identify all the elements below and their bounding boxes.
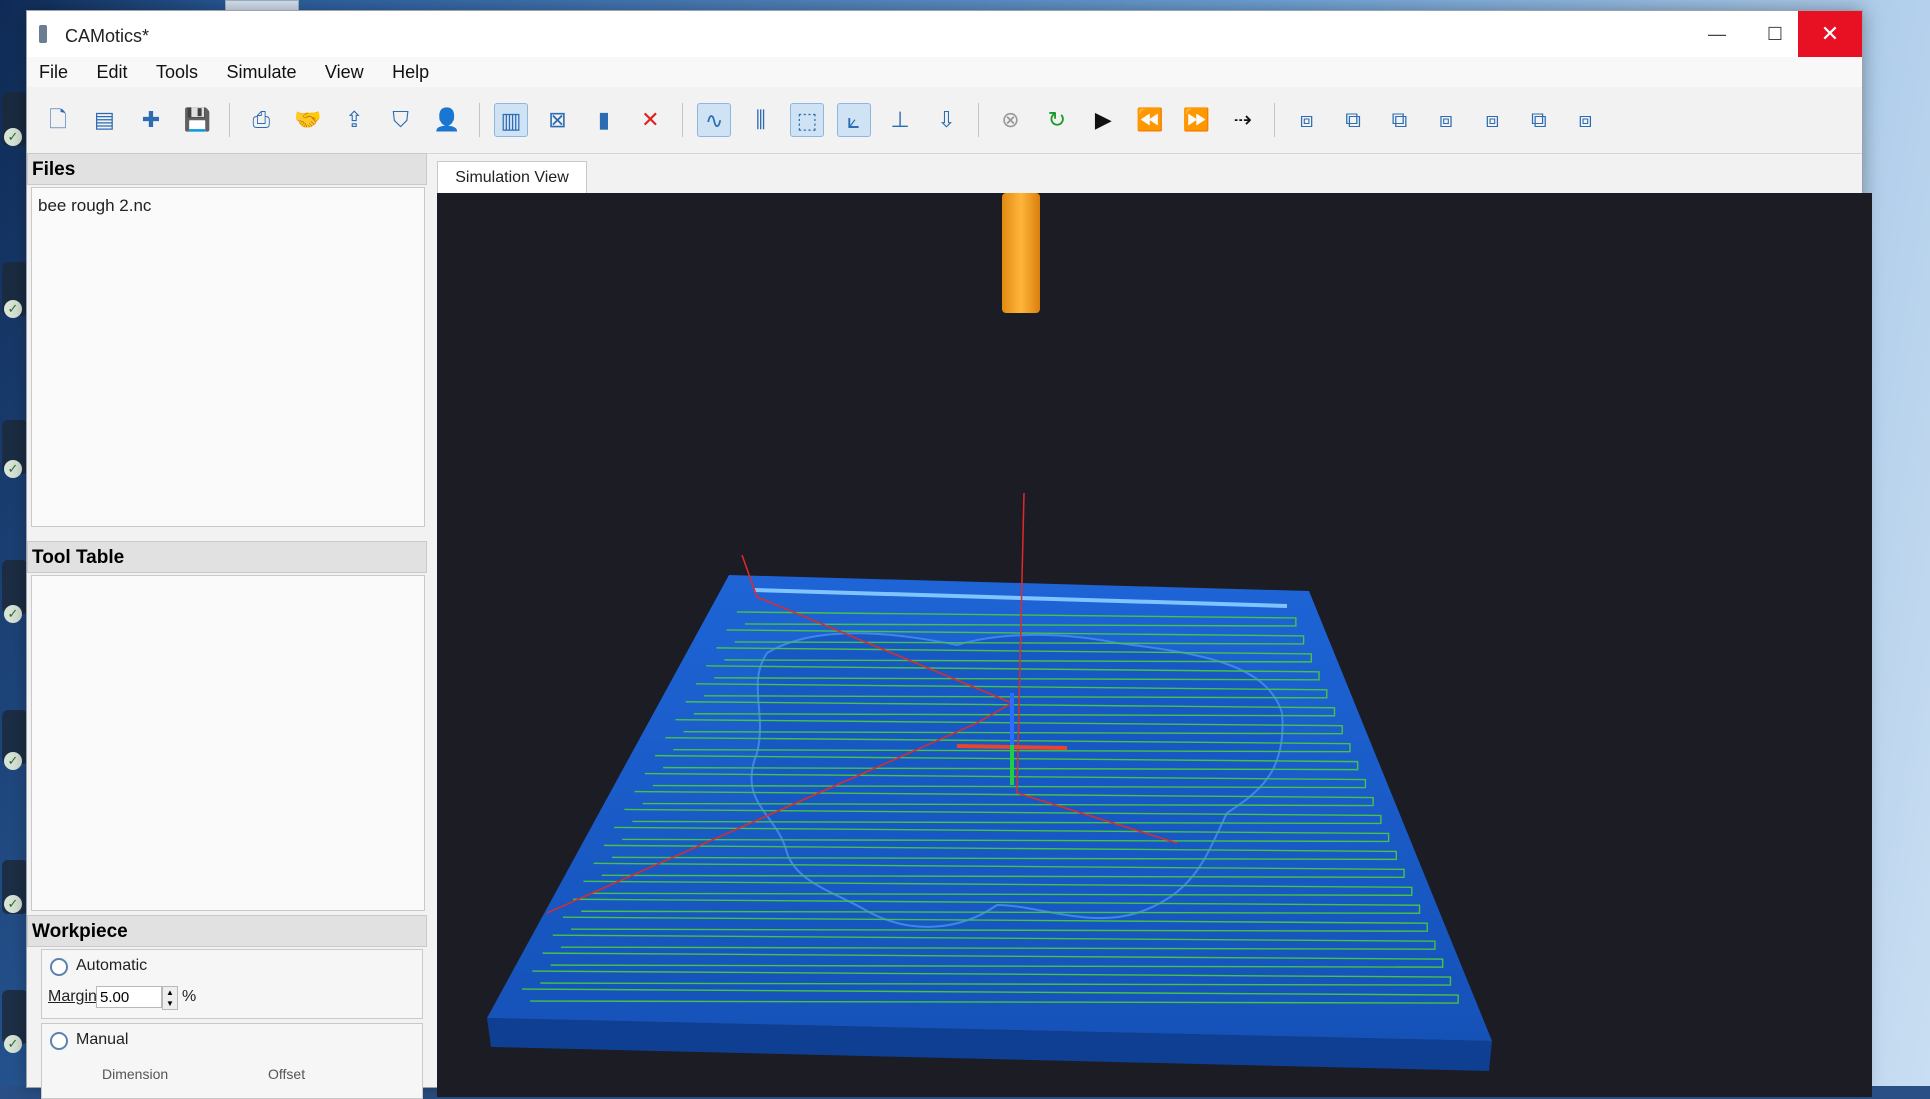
- simulation-viewport[interactable]: [437, 193, 1872, 1097]
- rewind-icon[interactable]: ⏪: [1133, 103, 1167, 137]
- toolbar-separator: [681, 103, 683, 137]
- sync-check-icon: ✓: [4, 605, 22, 623]
- play-icon[interactable]: ▶: [1086, 103, 1120, 137]
- sync-check-icon: ✓: [4, 300, 22, 318]
- title-bar[interactable]: CAMotics* — ☐ ✕: [27, 11, 1862, 57]
- close-button[interactable]: ✕: [1798, 11, 1862, 57]
- rerun-icon[interactable]: ↻: [1040, 103, 1074, 137]
- surface-icon[interactable]: ⊥: [883, 103, 917, 137]
- fast-forward-icon[interactable]: ⏩: [1179, 103, 1213, 137]
- tool-table-title: Tool Table: [27, 541, 427, 573]
- view-iso-icon[interactable]: ⧈: [1290, 103, 1324, 137]
- menu-view[interactable]: View: [313, 57, 376, 87]
- files-list: bee rough 2.nc: [31, 187, 425, 527]
- automatic-radio[interactable]: [50, 958, 68, 976]
- tool-table[interactable]: [31, 575, 425, 911]
- tool-path-icon[interactable]: ▥: [493, 103, 528, 137]
- upload-icon[interactable]: ⇪: [337, 103, 371, 137]
- manual-radio[interactable]: [50, 1032, 68, 1050]
- workpiece-automatic-group: Automatic Margin 5.00 ▲ ▼ %: [41, 949, 423, 1019]
- view-front-icon[interactable]: ⧉: [1336, 103, 1370, 137]
- files-panel-title: Files: [27, 153, 427, 185]
- sync-check-icon: ✓: [4, 895, 22, 913]
- close-view-icon[interactable]: ✕: [633, 103, 667, 137]
- step-icon[interactable]: ⇢: [1226, 103, 1260, 137]
- menu-bar: File Edit Tools Simulate View Help: [27, 57, 1862, 87]
- margin-label: Margin: [48, 988, 97, 1005]
- save-icon[interactable]: 💾: [180, 103, 214, 137]
- sync-check-icon: ✓: [4, 752, 22, 770]
- manual-label: Manual: [76, 1031, 129, 1048]
- curve-path-icon[interactable]: ∿: [697, 103, 732, 137]
- menu-edit[interactable]: Edit: [84, 57, 139, 87]
- tab-simulation-view[interactable]: Simulation View: [437, 161, 587, 194]
- offset-header: Offset: [268, 1066, 306, 1082]
- menu-file[interactable]: File: [27, 57, 80, 87]
- toolbar-separator: [977, 103, 979, 137]
- cnc-tool-bit: [1002, 193, 1040, 313]
- user-icon[interactable]: 👤: [430, 103, 464, 137]
- automatic-label: Automatic: [76, 957, 148, 974]
- export-icon[interactable]: ⎙: [244, 103, 278, 137]
- add-file-icon[interactable]: ✚: [134, 103, 168, 137]
- toolbar-separator: [478, 103, 480, 137]
- sync-check-icon: ✓: [4, 128, 22, 146]
- bounding-box-icon[interactable]: ⬚: [790, 103, 825, 137]
- view-left-icon[interactable]: ⧈: [1429, 103, 1463, 137]
- spindle-icon[interactable]: ⇩: [930, 103, 964, 137]
- view-bottom-icon[interactable]: ⧈: [1568, 103, 1602, 137]
- file-item[interactable]: bee rough 2.nc: [38, 196, 151, 216]
- toolbar-separator: [228, 103, 230, 137]
- maximize-button[interactable]: ☐: [1746, 11, 1804, 57]
- menu-simulate[interactable]: Simulate: [214, 57, 308, 87]
- menu-tools[interactable]: Tools: [144, 57, 210, 87]
- camotics-logo-icon: [39, 25, 47, 43]
- view-right-icon[interactable]: ⧈: [1475, 103, 1509, 137]
- simulation-scene: [487, 193, 1492, 1071]
- stop-icon[interactable]: ⊗: [993, 103, 1027, 137]
- margin-spinner[interactable]: ▲ ▼: [162, 986, 178, 1010]
- handshake-icon[interactable]: 🤝: [291, 103, 325, 137]
- margin-unit: %: [182, 988, 197, 1005]
- minimize-button[interactable]: —: [1688, 11, 1746, 57]
- workpiece-manual-group: Manual Dimension Offset: [41, 1023, 423, 1099]
- open-project-icon[interactable]: ▤: [87, 103, 121, 137]
- camotics-window: CAMotics* — ☐ ✕ File Edit Tools Simulate…: [26, 10, 1872, 1099]
- main-toolbar: 🗋 ▤ ✚ 💾 ⎙ 🤝 ⇪ ⛉ 👤 ▥ ⊠ ▮ ✕ ∿ ⫼ ⬚ ⟀ ⊥ ⇩ ⊗ …: [27, 87, 1862, 154]
- view-top-icon[interactable]: ⧉: [1522, 103, 1556, 137]
- window-title: CAMotics*: [65, 26, 150, 46]
- margin-input[interactable]: 5.00: [96, 986, 162, 1008]
- shield-icon[interactable]: ⛉: [384, 103, 418, 137]
- new-project-icon[interactable]: 🗋: [41, 103, 75, 137]
- workpiece-icon[interactable]: ⊠: [540, 103, 574, 137]
- workpiece-panel-title: Workpiece: [27, 915, 427, 947]
- axes-icon[interactable]: ⟀: [836, 103, 871, 137]
- dimension-header: Dimension: [102, 1066, 169, 1082]
- menu-help[interactable]: Help: [380, 57, 441, 87]
- tool-holder-icon[interactable]: ⫼: [744, 103, 778, 137]
- tool-icon[interactable]: ▮: [587, 103, 621, 137]
- sync-check-icon: ✓: [4, 460, 22, 478]
- sync-check-icon: ✓: [4, 1035, 22, 1053]
- view-back-icon[interactable]: ⧉: [1383, 103, 1417, 137]
- toolbar-separator: [1274, 103, 1276, 137]
